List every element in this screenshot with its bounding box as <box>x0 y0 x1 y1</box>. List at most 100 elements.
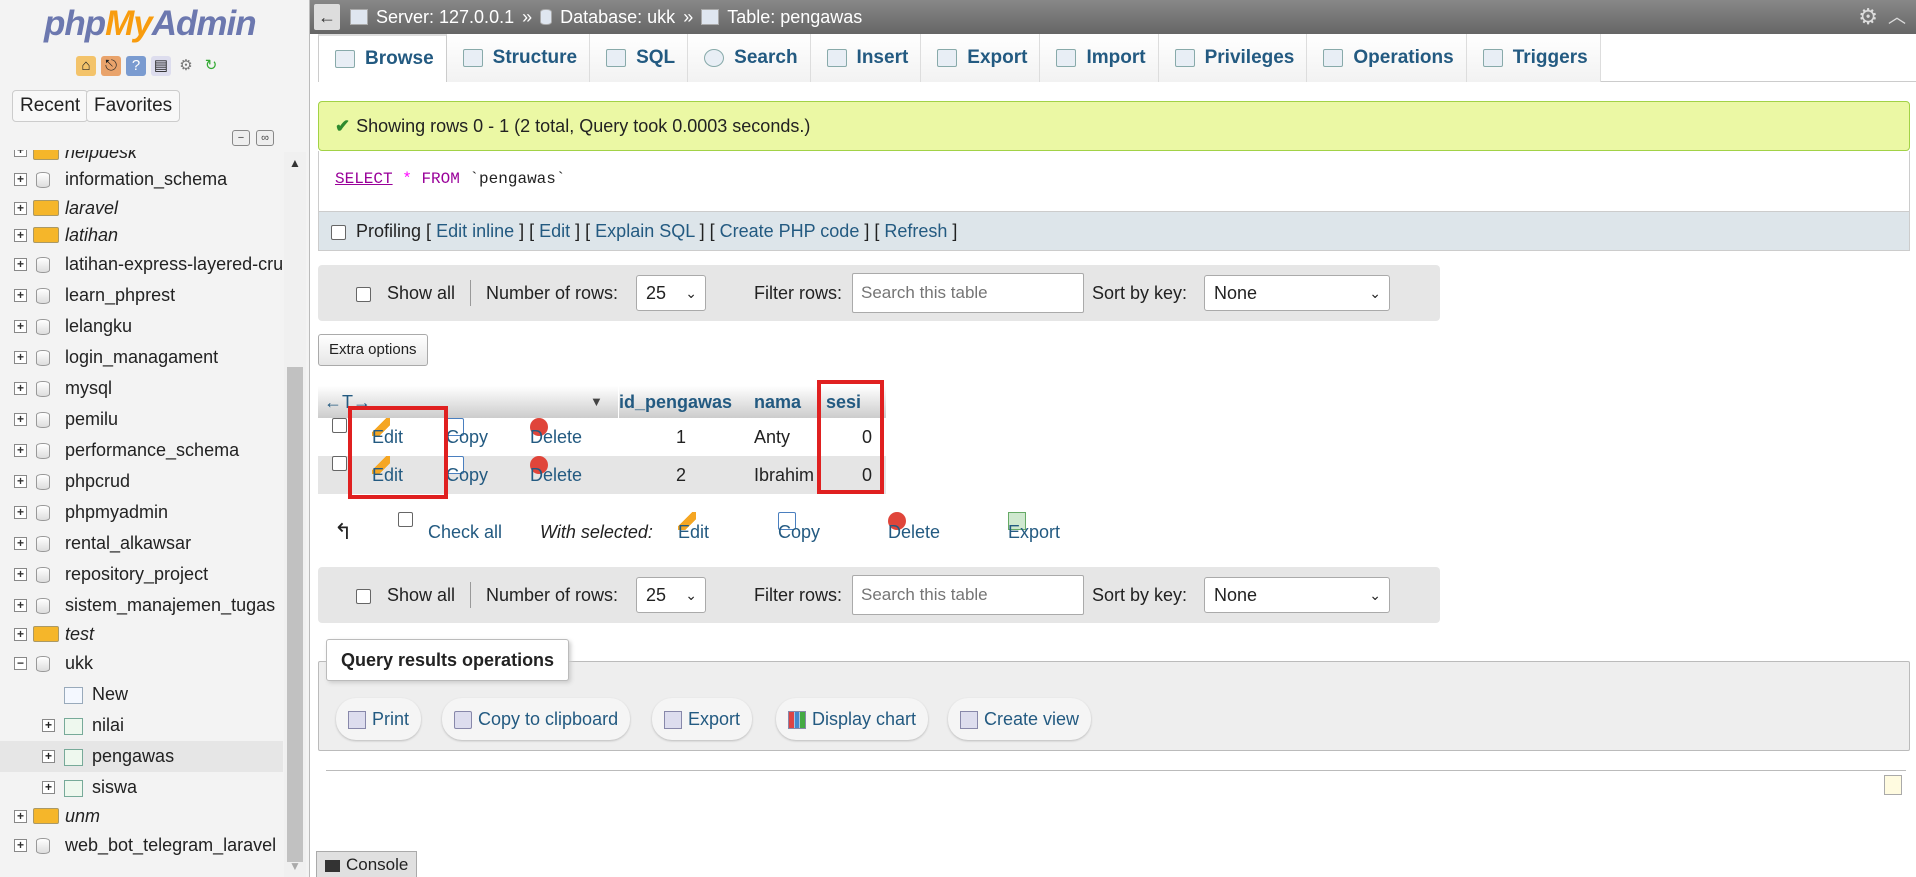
tree-scrollbar[interactable]: ▲ ▼ <box>284 152 306 877</box>
profiling-checkbox[interactable] <box>331 224 346 240</box>
sort-by-key-select[interactable]: None ⌄ <box>1204 577 1390 613</box>
breadcrumb-server[interactable]: Server: 127.0.0.1 <box>376 0 514 34</box>
row-checkbox[interactable] <box>332 456 347 471</box>
cell-nama[interactable]: Ibrahim <box>754 456 814 494</box>
tab-triggers[interactable]: Triggers <box>1466 34 1601 82</box>
expand-icon[interactable]: + <box>14 351 27 364</box>
check-all-label[interactable]: Check all <box>428 512 502 552</box>
expand-icon[interactable]: + <box>14 475 27 488</box>
back-arrow-icon[interactable]: ← <box>314 4 340 30</box>
tree-item-information-schema[interactable]: + information_schema <box>0 164 283 195</box>
tree-item-rental-alkawsar[interactable]: + rental_alkawsar <box>0 528 283 559</box>
tree-item-new-table[interactable]: New <box>0 679 283 710</box>
expand-icon[interactable]: + <box>14 202 27 215</box>
collapse-icon[interactable]: − <box>14 657 27 670</box>
tree-item-sistem-manajemen-tugas[interactable]: + sistem_manajemen_tugas <box>0 590 283 621</box>
home-icon[interactable]: ⌂ <box>76 56 96 76</box>
collapse-all-icon[interactable]: − <box>232 130 250 146</box>
expand-icon[interactable]: + <box>14 628 27 641</box>
cell-id-pengawas[interactable]: 2 <box>676 456 686 494</box>
tab-browse[interactable]: Browse <box>318 34 447 82</box>
expand-icon[interactable]: + <box>14 258 27 271</box>
expand-icon[interactable]: + <box>14 289 27 302</box>
tab-structure[interactable]: Structure <box>446 34 591 82</box>
show-all-checkbox[interactable] <box>356 286 371 302</box>
create-php-code-link[interactable]: Create PHP code <box>720 221 860 241</box>
tree-item-ukk[interactable]: − ukk <box>0 648 283 679</box>
breadcrumb-database[interactable]: Database: ukk <box>560 0 675 34</box>
reload-icon[interactable]: ↻ <box>201 56 221 76</box>
sql-query-box[interactable]: SELECT * FROM `pengawas` <box>318 151 1910 211</box>
tree-item-pemilu[interactable]: + pemilu <box>0 404 283 435</box>
recent-button[interactable]: Recent <box>12 90 89 122</box>
expand-icon[interactable]: + <box>14 810 27 823</box>
create-view-button[interactable]: Create view <box>948 698 1092 740</box>
link-with-main-icon[interactable]: ∞ <box>256 130 274 146</box>
expand-icon[interactable]: + <box>14 413 27 426</box>
copy-to-clipboard-button[interactable]: Copy to clipboard <box>442 698 631 740</box>
tree-item-table-nilai[interactable]: + nilai <box>0 710 283 741</box>
tab-operations[interactable]: Operations <box>1307 34 1467 82</box>
tree-item-login-managament[interactable]: + login_managament <box>0 342 283 373</box>
expand-icon[interactable]: + <box>14 320 27 333</box>
tree-item-table-siswa[interactable]: + siswa <box>0 772 283 803</box>
sort-by-key-select[interactable]: None ⌄ <box>1204 275 1390 311</box>
tree-item-latihan-express[interactable]: + latihan-express-layered-crud <box>0 249 283 280</box>
tree-item-performance-schema[interactable]: + performance_schema <box>0 435 283 466</box>
expand-icon[interactable]: + <box>14 444 27 457</box>
tree-item-latihan[interactable]: + latihan <box>0 222 283 249</box>
tree-item-phpmyadmin[interactable]: + phpmyadmin <box>0 497 283 528</box>
check-all-checkbox[interactable] <box>398 512 413 527</box>
favorites-button[interactable]: Favorites <box>86 90 181 122</box>
print-button[interactable]: Print <box>336 698 422 740</box>
expand-icon[interactable]: + <box>14 599 27 612</box>
console-toggle[interactable]: Console <box>316 851 418 877</box>
tab-insert[interactable]: Insert <box>810 34 922 82</box>
expand-icon[interactable]: + <box>14 382 27 395</box>
tree-item-learn-phprest[interactable]: + learn_phprest <box>0 280 283 311</box>
edit-inline-link[interactable]: Edit inline <box>436 221 514 241</box>
scrollbar-thumb[interactable] <box>287 367 303 862</box>
tree-item-test[interactable]: + test <box>0 621 283 648</box>
expand-icon[interactable]: + <box>14 150 27 157</box>
tree-item-partial[interactable]: + helpdesk <box>0 150 283 164</box>
edit-query-link[interactable]: Edit <box>539 221 570 241</box>
column-header-id-pengawas[interactable]: id_pengawas <box>618 386 732 418</box>
tree-item-web-bot-telegram[interactable]: + web_bot_telegram_laravel <box>0 830 283 860</box>
collapse-header-icon[interactable]: ︿ <box>1888 0 1906 34</box>
settings-icon[interactable]: ⚙ <box>176 56 196 76</box>
expand-icon[interactable]: + <box>14 839 27 852</box>
extra-options-button[interactable]: Extra options <box>318 334 428 366</box>
export-button[interactable]: Export <box>652 698 753 740</box>
expand-icon[interactable]: + <box>14 568 27 581</box>
tree-item-repository-project[interactable]: + repository_project <box>0 559 283 590</box>
tree-item-phpcrud[interactable]: + phpcrud <box>0 466 283 497</box>
tree-item-mysql[interactable]: + mysql <box>0 373 283 404</box>
tab-privileges[interactable]: Privileges <box>1158 34 1308 82</box>
number-of-rows-select[interactable]: 25 ⌄ <box>636 577 706 613</box>
show-all-label[interactable]: Show all <box>387 265 455 321</box>
filter-rows-input[interactable]: Search this table <box>852 273 1084 313</box>
tab-export[interactable]: Export <box>921 34 1041 82</box>
tree-item-lelangku[interactable]: + lelangku <box>0 311 283 342</box>
expand-icon[interactable]: + <box>14 173 27 186</box>
expand-icon[interactable]: + <box>14 506 27 519</box>
filter-rows-input[interactable]: Search this table <box>852 575 1084 615</box>
gear-icon[interactable]: ⚙ <box>1858 0 1878 34</box>
tab-sql[interactable]: SQL <box>590 34 689 82</box>
show-all-checkbox[interactable] <box>356 588 371 604</box>
scroll-up-icon[interactable]: ▲ <box>289 156 301 170</box>
breadcrumb-table[interactable]: Table: pengawas <box>727 0 862 34</box>
cell-id-pengawas[interactable]: 1 <box>676 418 686 456</box>
tab-search[interactable]: Search <box>688 34 811 82</box>
explain-sql-link[interactable]: Explain SQL <box>595 221 694 241</box>
expand-icon[interactable]: + <box>42 781 55 794</box>
phpmyadmin-logo[interactable]: phpMyAdmin <box>44 4 257 44</box>
page-settings-icon[interactable] <box>1884 775 1902 795</box>
cell-nama[interactable]: Anty <box>754 418 790 456</box>
column-header-nama[interactable]: nama <box>754 386 801 418</box>
help-icon[interactable]: ? <box>126 56 146 76</box>
tree-item-table-pengawas[interactable]: + pengawas <box>0 741 283 772</box>
expand-icon[interactable]: + <box>14 229 27 242</box>
number-of-rows-select[interactable]: 25 ⌄ <box>636 275 706 311</box>
